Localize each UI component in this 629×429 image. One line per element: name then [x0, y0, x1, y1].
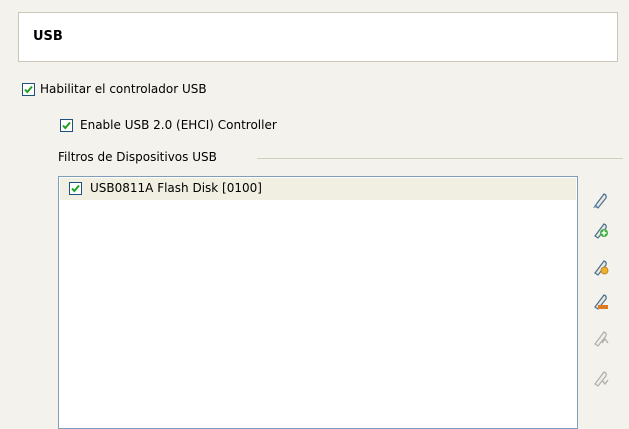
list-item[interactable]: USB0811A Flash Disk [0100] — [60, 178, 576, 200]
group-separator — [257, 158, 623, 159]
move-filter-down-button[interactable] — [588, 366, 612, 390]
check-mark-icon — [71, 184, 80, 193]
page-title: USB — [33, 29, 63, 44]
filter-enabled-checkbox[interactable] — [69, 182, 82, 195]
enable-usb-controller-checkbox[interactable] — [22, 83, 35, 96]
add-from-device-button[interactable] — [588, 218, 612, 242]
check-mark-icon — [24, 85, 33, 94]
device-filters-list[interactable]: USB0811A Flash Disk [0100] — [58, 176, 578, 429]
device-filters-group-label: Filtros de Dispositivos USB — [58, 150, 217, 164]
remove-filter-button[interactable] — [588, 289, 612, 313]
remove-filter-icon — [594, 294, 608, 310]
edit-filter-button[interactable] — [588, 255, 612, 279]
filter-name: USB0811A Flash Disk [0100] — [90, 181, 262, 195]
usb-settings-page: USB Habilitar el controlador USB Enable … — [0, 0, 629, 429]
check-mark-icon — [62, 121, 71, 130]
enable-ehci-label[interactable]: Enable USB 2.0 (EHCI) Controller — [80, 118, 277, 132]
add-filter-icon — [593, 193, 607, 209]
move-up-icon — [594, 331, 609, 347]
move-filter-up-button[interactable] — [588, 326, 612, 350]
move-down-icon — [594, 371, 609, 387]
edit-filter-icon — [594, 260, 609, 276]
add-filter-button[interactable] — [588, 188, 612, 212]
enable-usb-controller-label[interactable]: Habilitar el controlador USB — [40, 82, 207, 96]
add-from-device-icon — [594, 223, 608, 239]
enable-ehci-checkbox[interactable] — [60, 119, 73, 132]
page-header: USB — [18, 12, 618, 62]
